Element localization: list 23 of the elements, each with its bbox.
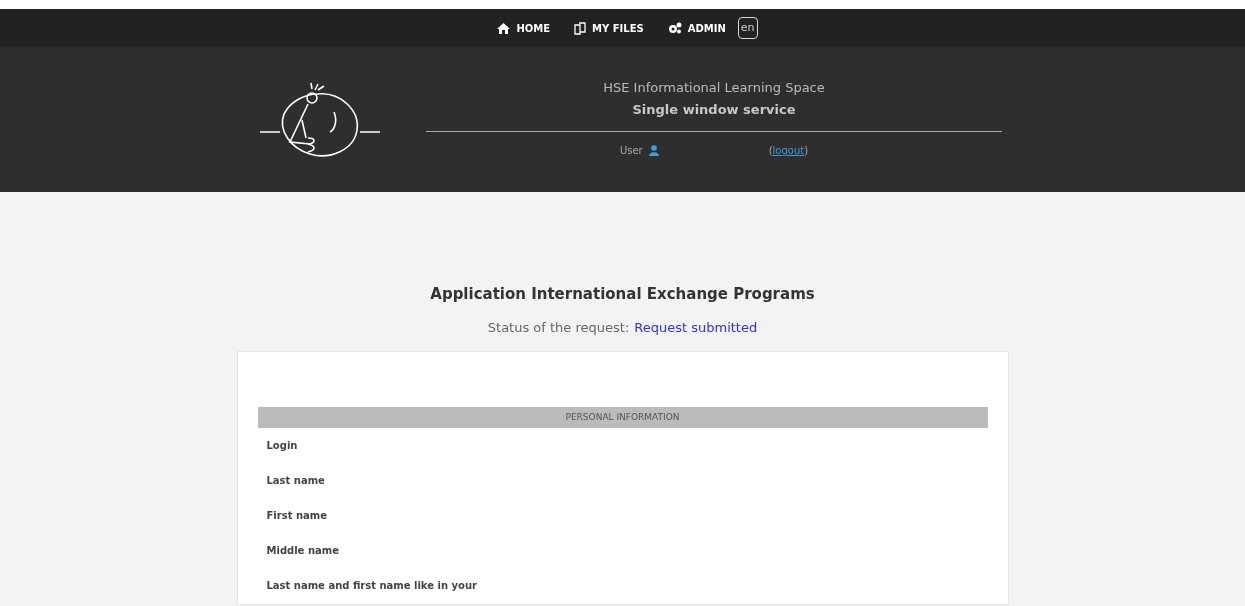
bracket-text: ) bbox=[804, 144, 809, 158]
user-icon bbox=[648, 145, 659, 156]
nav-link[interactable]: MY FILES bbox=[592, 20, 644, 36]
user-label: User bbox=[619, 144, 643, 158]
field-label: First name bbox=[266, 509, 327, 523]
nav-link[interactable]: ADMIN bbox=[687, 20, 726, 36]
section-header: PERSONAL INFORMATION bbox=[257, 407, 988, 428]
service-title: Single window service bbox=[632, 100, 796, 119]
status-label: Status of the request: bbox=[487, 318, 630, 337]
nav-link[interactable]: HOME bbox=[516, 20, 551, 36]
home-icon bbox=[497, 22, 511, 34]
language-button[interactable]: en bbox=[737, 16, 758, 40]
status-value: Request submitted bbox=[634, 318, 758, 337]
page-title: Application International Exchange Programs bbox=[430, 284, 815, 305]
site-title: HSE Informational Learning Space bbox=[603, 79, 825, 97]
field-label: Login bbox=[266, 439, 298, 453]
gears-icon bbox=[667, 22, 682, 34]
field-label: Last name and first name like in your bbox=[266, 579, 477, 593]
field-label: Middle name bbox=[266, 544, 339, 558]
bracket-text: ( bbox=[768, 144, 773, 158]
field-label: Last name bbox=[266, 474, 325, 488]
files-icon bbox=[574, 21, 587, 35]
logout-link[interactable]: logout bbox=[772, 143, 805, 158]
